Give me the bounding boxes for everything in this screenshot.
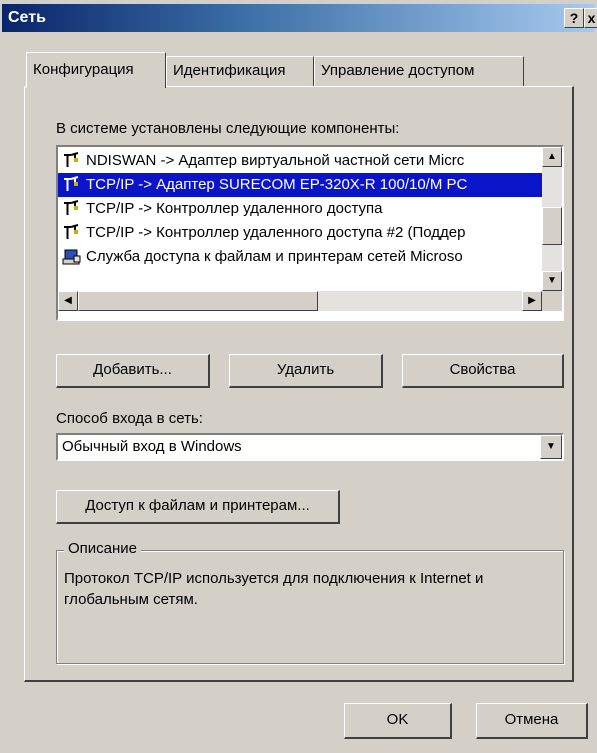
remove-button-label: Удалить bbox=[276, 361, 335, 378]
list-item-label: TCP/IP -> Адаптер SURECOM EP-320X-R 100/… bbox=[86, 176, 468, 193]
description-text: Протокол TCP/IP используется для подключ… bbox=[64, 570, 484, 608]
network-service-icon bbox=[62, 249, 81, 265]
close-button[interactable]: x bbox=[584, 8, 597, 28]
properties-button[interactable]: Свойства bbox=[402, 354, 564, 388]
tab-label: Управление доступом bbox=[321, 62, 475, 79]
window-title: Сеть bbox=[8, 9, 46, 26]
list-item[interactable]: NDISWAN -> Адаптер виртуальной частной с… bbox=[58, 149, 542, 173]
ok-button-label: OK bbox=[386, 711, 409, 728]
description-title: Описание bbox=[64, 540, 142, 557]
network-dialog: Сеть ? x Конфигурация Идентификация Упра… bbox=[0, 0, 597, 753]
tab-label: Идентификация bbox=[173, 62, 286, 79]
scroll-corner bbox=[542, 291, 562, 311]
logon-combobox[interactable]: Обычный вход в Windows ▼ bbox=[56, 433, 564, 461]
list-item-label: TCP/IP -> Контроллер удаленного доступа bbox=[86, 200, 383, 217]
chevron-down-icon[interactable]: ▼ bbox=[540, 435, 562, 459]
cancel-button[interactable]: Отмена bbox=[476, 703, 588, 739]
cancel-button-label: Отмена bbox=[504, 711, 559, 728]
tab-label: Конфигурация bbox=[33, 61, 134, 78]
scroll-down-icon[interactable]: ▼ bbox=[542, 271, 562, 291]
title-bar[interactable]: Сеть ? x bbox=[2, 4, 597, 32]
tab-access-control[interactable]: Управление доступом bbox=[314, 56, 524, 86]
horizontal-scrollbar[interactable]: ◀ ▶ bbox=[58, 291, 562, 311]
add-button-label: Добавить... bbox=[93, 361, 172, 378]
components-label: В системе установлены следующие компонен… bbox=[56, 120, 400, 137]
tab-identification[interactable]: Идентификация bbox=[166, 56, 314, 86]
list-item-label: NDISWAN -> Адаптер виртуальной частной с… bbox=[86, 152, 465, 169]
list-item-label: TCP/IP -> Контроллер удаленного доступа … bbox=[86, 224, 466, 241]
help-button[interactable]: ? bbox=[564, 8, 584, 28]
logon-label: Способ входа в сеть: bbox=[56, 410, 203, 427]
vertical-scrollbar[interactable]: ▲ ▼ bbox=[542, 147, 562, 291]
vertical-scroll-thumb[interactable] bbox=[542, 207, 562, 245]
list-item-selected[interactable]: TCP/IP -> Адаптер SURECOM EP-320X-R 100/… bbox=[58, 173, 542, 197]
list-item[interactable]: TCP/IP -> Контроллер удаленного доступа … bbox=[58, 221, 542, 245]
network-protocol-icon bbox=[64, 176, 79, 191]
logon-value: Обычный вход в Windows bbox=[62, 438, 242, 455]
remove-button[interactable]: Удалить bbox=[229, 354, 383, 388]
horizontal-scroll-thumb[interactable] bbox=[78, 291, 318, 311]
network-protocol-icon bbox=[64, 152, 79, 167]
scroll-left-icon[interactable]: ◀ bbox=[58, 291, 78, 311]
list-item[interactable]: TCP/IP -> Контроллер удаленного доступа bbox=[58, 197, 542, 221]
scroll-up-icon[interactable]: ▲ bbox=[542, 147, 562, 167]
tab-configuration[interactable]: Конфигурация bbox=[26, 52, 166, 88]
file-print-sharing-label: Доступ к файлам и принтерам... bbox=[85, 497, 310, 514]
ok-button[interactable]: OK bbox=[344, 703, 452, 739]
properties-button-label: Свойства bbox=[449, 361, 516, 378]
network-protocol-icon bbox=[64, 224, 79, 239]
file-print-sharing-button[interactable]: Доступ к файлам и принтерам... bbox=[56, 490, 340, 524]
scroll-right-icon[interactable]: ▶ bbox=[522, 291, 542, 311]
components-listbox[interactable]: NDISWAN -> Адаптер виртуальной частной с… bbox=[56, 145, 564, 321]
add-button[interactable]: Добавить... bbox=[56, 354, 210, 388]
network-protocol-icon bbox=[64, 200, 79, 215]
list-item[interactable]: Служба доступа к файлам и принтерам сете… bbox=[58, 245, 542, 269]
list-item-label: Служба доступа к файлам и принтерам сете… bbox=[86, 248, 463, 265]
